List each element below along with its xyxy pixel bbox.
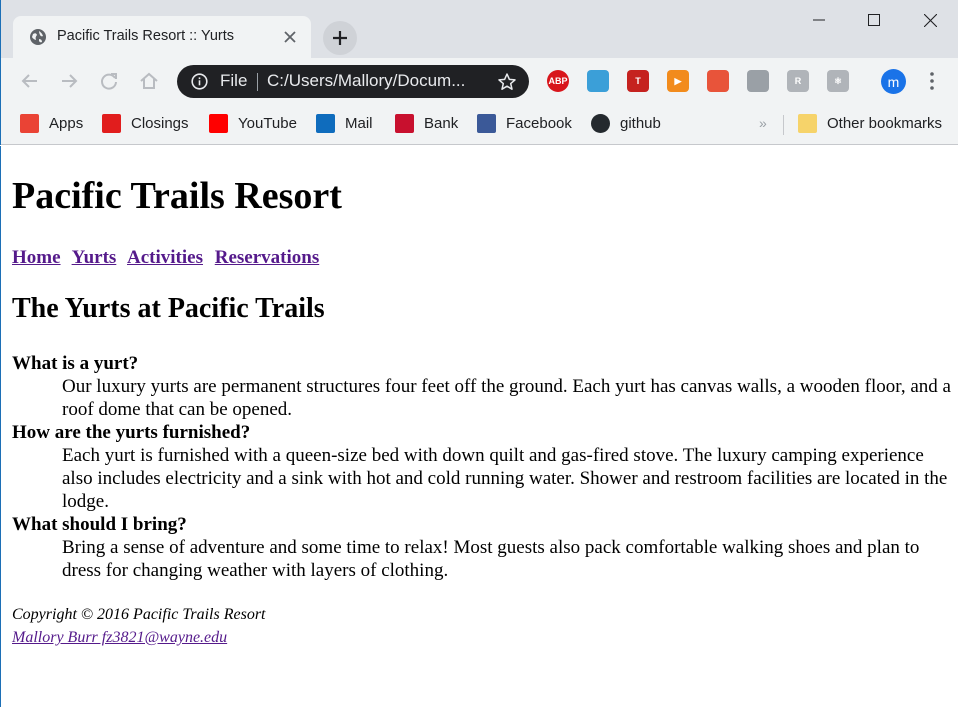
faq-list: What is a yurt? Our luxury yurts are per…: [12, 352, 954, 582]
apps-icon: [20, 113, 39, 133]
office-extension-icon[interactable]: [707, 70, 729, 92]
nav-link-activities[interactable]: Activities: [127, 247, 203, 268]
faq-answer: Each yurt is furnished with a queen-size…: [62, 445, 948, 512]
copyright-text: Copyright © 2016 Pacific Trails Resort: [12, 606, 266, 623]
browser-chrome: Pacific Trails Resort :: Yurts File C:/U…: [0, 0, 958, 145]
url-text[interactable]: C:/Users/Mallory/Docum...: [267, 71, 465, 91]
close-icon: [923, 13, 937, 27]
profile-avatar[interactable]: m: [881, 69, 906, 94]
back-icon[interactable]: [19, 70, 41, 92]
faq-question: What should I bring?: [12, 514, 187, 535]
tab-active[interactable]: Pacific Trails Resort :: Yurts: [13, 16, 311, 58]
minimize-button[interactable]: [796, 0, 842, 40]
t-extension-icon[interactable]: T: [627, 70, 649, 92]
browser-toolbar: File C:/Users/Mallory/Docum... ABP T ▶ R ⚛ m: [1, 58, 958, 105]
github-icon: [591, 113, 610, 133]
maximize-icon: [868, 14, 880, 26]
maximize-button[interactable]: [851, 0, 897, 40]
bookmark-label: github: [620, 114, 661, 132]
close-window-button[interactable]: [907, 0, 953, 40]
home-icon[interactable]: [138, 70, 160, 92]
nav-link-yurts[interactable]: Yurts: [72, 247, 117, 268]
cast-icon[interactable]: [587, 70, 609, 92]
tab-strip: Pacific Trails Resort :: Yurts: [1, 0, 958, 58]
page-footer: Copyright © 2016 Pacific Trails Resort M…: [12, 603, 266, 649]
adblock-plus-icon[interactable]: ABP: [547, 70, 569, 92]
bookmark-github[interactable]: github: [591, 113, 661, 133]
site-nav: Home Yurts Activities Reservations: [12, 247, 326, 269]
bookmark-star-icon[interactable]: [497, 72, 517, 92]
site-title: Pacific Trails Resort: [12, 175, 342, 217]
nav-link-reservations[interactable]: Reservations: [215, 247, 319, 268]
menu-icon[interactable]: [928, 71, 936, 91]
closings-icon: [102, 113, 121, 133]
faq-answer: Our luxury yurts are permanent structure…: [62, 376, 951, 420]
bookmark-bank[interactable]: Bank: [395, 113, 458, 133]
bookmark-apps[interactable]: Apps: [20, 113, 83, 133]
other-bookmarks-label: Other bookmarks: [827, 114, 943, 132]
other-bookmarks[interactable]: Other bookmarks: [798, 113, 942, 133]
bookmark-label: Apps: [49, 114, 84, 132]
divider: [257, 73, 258, 91]
nav-link-home[interactable]: Home: [12, 247, 61, 268]
r-extension-icon[interactable]: R: [787, 70, 809, 92]
faq-answer: Bring a sense of adventure and some time…: [62, 537, 920, 581]
youtube-icon: [209, 113, 228, 133]
page-heading: The Yurts at Pacific Trails: [12, 293, 325, 324]
divider: [783, 115, 784, 135]
bookmark-label: Facebook: [506, 114, 572, 132]
facebook-icon: [477, 113, 496, 133]
bookmark-mail[interactable]: Mail: [316, 113, 373, 133]
info-icon[interactable]: [191, 73, 208, 90]
address-bar[interactable]: File C:/Users/Mallory/Docum...: [177, 65, 529, 98]
bookmark-label: Bank: [424, 114, 459, 132]
bookmark-youtube[interactable]: YouTube: [209, 113, 297, 133]
close-tab-icon[interactable]: [281, 28, 299, 46]
bank-icon: [395, 113, 414, 133]
bookmark-facebook[interactable]: Facebook: [477, 113, 572, 133]
bookmark-label: YouTube: [238, 114, 297, 132]
faq-question: How are the yurts furnished?: [12, 422, 251, 443]
globe-icon: [30, 29, 46, 45]
bookmark-label: Closings: [131, 114, 189, 132]
react-devtools-icon[interactable]: ⚛: [827, 70, 849, 92]
scheme-label: File: [220, 71, 248, 90]
bookmark-label: Mail: [345, 114, 373, 132]
bookmark-closings[interactable]: Closings: [102, 113, 189, 133]
forward-icon[interactable]: [58, 70, 80, 92]
minimize-icon: [813, 19, 825, 21]
faq-question: What is a yurt?: [12, 353, 139, 374]
contact-email-link[interactable]: Mallory Burr fz3821@wayne.edu: [12, 629, 227, 646]
reload-icon[interactable]: [98, 70, 120, 92]
tab-title: Pacific Trails Resort :: Yurts: [57, 28, 235, 44]
bookmarks-bar: Apps Closings YouTube Mail Bank Facebook githu…: [1, 105, 958, 145]
more-bookmarks-chevron[interactable]: »: [759, 115, 767, 131]
mail-icon: [316, 113, 335, 133]
plus-icon: [333, 31, 347, 45]
pdf-extension-icon[interactable]: [747, 70, 769, 92]
page-content: Pacific Trails Resort Home Yurts Activit…: [0, 146, 958, 707]
play-extension-icon[interactable]: ▶: [667, 70, 689, 92]
new-tab-button[interactable]: [323, 21, 357, 55]
folder-icon: [798, 113, 817, 133]
